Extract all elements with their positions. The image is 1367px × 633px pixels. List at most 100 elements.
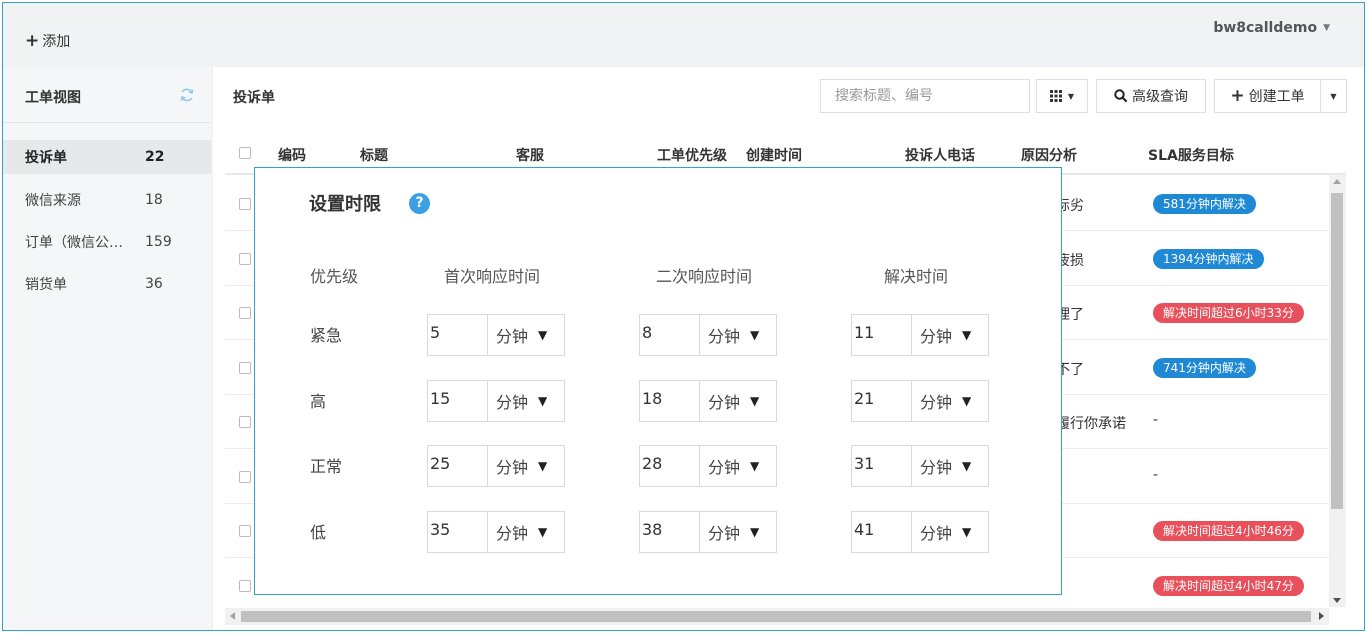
- unit-label: 分钟: [920, 458, 953, 477]
- resolve-time-header: 解决时间: [884, 267, 949, 286]
- unit-label: 分钟: [708, 523, 741, 543]
- priority-label: 正常: [310, 457, 343, 476]
- column-header[interactable]: 标题: [360, 145, 388, 165]
- unit-select[interactable]: 分钟 ▼: [488, 315, 564, 355]
- first-time-input[interactable]: 15: [428, 380, 488, 421]
- unit-select[interactable]: 分钟 ▼: [488, 381, 564, 421]
- column-header[interactable]: 编码: [278, 145, 306, 165]
- scroll-left-icon[interactable]: [230, 612, 235, 620]
- dropdown-arrow-icon: ▼: [538, 459, 548, 473]
- grid-icon: [1049, 90, 1062, 102]
- second-time-input[interactable]: 38: [640, 511, 700, 552]
- plus-icon: +: [1230, 86, 1245, 106]
- resolve-time-field: 41 分钟 ▼: [851, 510, 989, 553]
- unit-label: 分钟: [708, 392, 741, 412]
- sla-badge: 解决时间超过6小时33分: [1153, 303, 1304, 323]
- sla-badge: 741分钟内解决: [1153, 357, 1256, 378]
- dropdown-arrow-icon: ▼: [750, 459, 760, 473]
- second-time-input[interactable]: 8: [640, 315, 700, 355]
- first-time-field: 25 分钟 ▼: [427, 445, 565, 487]
- scroll-down-icon[interactable]: [1333, 598, 1341, 603]
- unit-select[interactable]: 分钟 ▼: [488, 512, 564, 552]
- priority-label: 高: [310, 391, 327, 411]
- unit-select[interactable]: 分钟 ▼: [700, 446, 776, 486]
- unit-select[interactable]: 分钟 ▼: [912, 315, 988, 355]
- dialog-title: 设置时限: [309, 194, 381, 215]
- resolve-time-input[interactable]: 31: [852, 446, 912, 486]
- caret-down-icon: ▼: [1330, 91, 1337, 101]
- column-header[interactable]: 原因分析: [1021, 145, 1077, 165]
- column-header[interactable]: 客服: [516, 145, 544, 165]
- row-checkbox[interactable]: [239, 361, 251, 374]
- row-checkbox[interactable]: [239, 252, 251, 265]
- resolve-time-input[interactable]: 21: [852, 380, 912, 421]
- sla-badge: 581分钟内解决: [1153, 194, 1256, 214]
- row-checkbox[interactable]: [239, 307, 251, 319]
- unit-select[interactable]: 分钟 ▼: [700, 381, 776, 421]
- dropdown-arrow-icon: ▼: [750, 328, 760, 342]
- unit-select[interactable]: 分钟 ▼: [912, 446, 988, 486]
- resolve-time-input[interactable]: 11: [852, 315, 912, 355]
- create-ticket-button[interactable]: + 创建工单: [1214, 79, 1320, 113]
- horizontal-scrollbar[interactable]: [225, 608, 1329, 625]
- row-checkbox[interactable]: [239, 525, 251, 537]
- sidebar-item-wechat-source[interactable]: 微信来源 18: [3, 183, 211, 217]
- scrollbar-thumb[interactable]: [1331, 193, 1343, 509]
- priority-label: 低: [310, 522, 327, 542]
- dropdown-arrow-icon: ▼: [538, 524, 548, 539]
- row-checkbox[interactable]: [239, 416, 251, 428]
- sidebar-item-label: 销货单: [25, 277, 67, 293]
- first-time-input[interactable]: 25: [428, 446, 488, 486]
- caret-down-icon: ▼: [1067, 91, 1075, 101]
- sidebar-item-sales[interactable]: 销货单 36: [3, 267, 211, 301]
- unit-select[interactable]: 分钟 ▼: [488, 446, 564, 486]
- scroll-up-icon[interactable]: [1333, 179, 1341, 184]
- search-input[interactable]: [820, 79, 1030, 113]
- sla-empty: -: [1153, 466, 1159, 483]
- sla-empty: -: [1153, 412, 1159, 428]
- unit-select[interactable]: 分钟 ▼: [700, 512, 776, 552]
- first-time-input[interactable]: 5: [428, 315, 488, 355]
- caret-down-icon: ▼: [1323, 23, 1330, 33]
- unit-select[interactable]: 分钟 ▼: [912, 381, 988, 421]
- unit-select[interactable]: 分钟 ▼: [912, 512, 988, 552]
- unit-label: 分钟: [920, 327, 953, 346]
- sidebar-item-label: 微信来源: [25, 193, 81, 209]
- sla-cell: 581分钟内解决: [1153, 194, 1256, 214]
- sidebar-item-orders[interactable]: 订单（微信公… 159: [3, 225, 211, 259]
- row-checkbox[interactable]: [239, 198, 251, 210]
- sidebar-header: 工单视图: [3, 67, 211, 123]
- row-checkbox[interactable]: [239, 470, 251, 483]
- create-dropdown-button[interactable]: ▼: [1320, 79, 1347, 113]
- scroll-right-icon[interactable]: [1319, 612, 1324, 620]
- second-time-field: 38 分钟 ▼: [639, 510, 777, 553]
- unit-select[interactable]: 分钟 ▼: [700, 315, 776, 355]
- column-header[interactable]: 创建时间: [746, 145, 802, 165]
- select-all-checkbox[interactable]: [239, 147, 251, 159]
- advanced-search-button[interactable]: 高级查询: [1096, 79, 1206, 113]
- first-time-input[interactable]: 35: [428, 511, 488, 552]
- help-icon[interactable]: ?: [409, 193, 430, 214]
- row-checkbox[interactable]: [239, 579, 251, 592]
- sidebar-item-complaint[interactable]: 投诉单 22: [3, 140, 211, 174]
- unit-label: 分钟: [920, 523, 953, 543]
- column-view-button[interactable]: ▼: [1036, 79, 1088, 113]
- sidebar-title: 工单视图: [25, 90, 81, 106]
- resolve-time-input[interactable]: 41: [852, 511, 912, 552]
- refresh-icon[interactable]: [179, 87, 195, 103]
- column-header[interactable]: 投诉人电话: [905, 145, 975, 165]
- column-header[interactable]: 工单优先级: [657, 145, 727, 165]
- second-time-input[interactable]: 18: [640, 380, 700, 421]
- scrollbar-thumb[interactable]: [241, 611, 1311, 622]
- resolve-time-field: 11 分钟 ▼: [851, 314, 989, 356]
- sla-badge: 1394分钟内解决: [1153, 248, 1264, 269]
- first-time-field: 5 分钟 ▼: [427, 314, 565, 356]
- user-menu[interactable]: bw8calldemo ▼: [1213, 20, 1330, 36]
- add-button[interactable]: + 添加: [25, 31, 70, 51]
- second-time-input[interactable]: 28: [640, 446, 700, 486]
- vertical-scrollbar[interactable]: [1329, 175, 1346, 607]
- column-header[interactable]: SLA服务目标: [1148, 145, 1234, 165]
- sla-cell: 解决时间超过4小时46分: [1153, 521, 1304, 541]
- first-response-header: 首次响应时间: [444, 267, 541, 286]
- add-button-label: 添加: [42, 34, 71, 50]
